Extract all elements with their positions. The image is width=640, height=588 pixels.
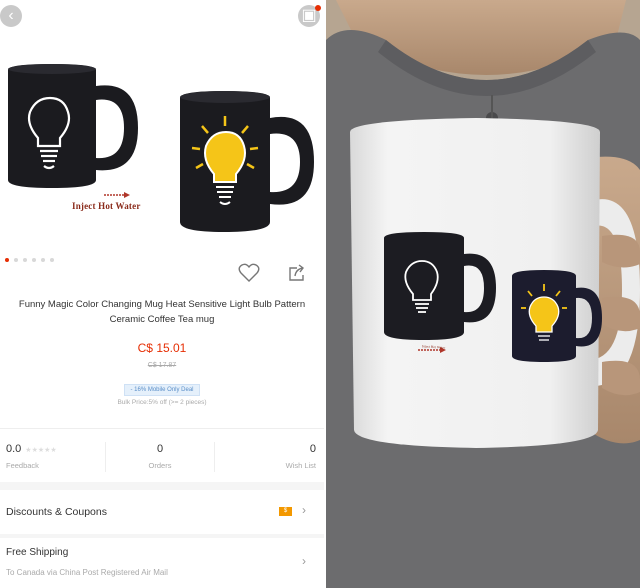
carousel-dot[interactable]	[32, 258, 36, 262]
cart-badge	[315, 5, 321, 11]
carousel-dot[interactable]	[23, 258, 27, 262]
photo-illustration	[326, 0, 640, 588]
cart-button[interactable]: ▣	[298, 5, 321, 27]
arrow-right-icon	[104, 192, 130, 198]
cart-icon: ▣	[301, 7, 317, 24]
wishlist-stat[interactable]: 0 Wish List	[286, 443, 316, 470]
carousel-dot[interactable]	[5, 258, 9, 262]
rating-stars-icon: ★★★★★	[25, 447, 57, 454]
discounts-coupons-row[interactable]: Discounts & Coupons $ ›	[0, 490, 324, 534]
feedback-stat[interactable]: 0.0 ★★★★★ Feedback	[6, 443, 57, 470]
wish-value: 0	[309, 443, 316, 455]
chevron-right-icon: ›	[302, 503, 306, 517]
carousel-dot[interactable]	[50, 258, 54, 262]
divider	[214, 442, 215, 472]
shipping-subtitle: To Canada via China Post Registered Air …	[6, 568, 168, 577]
divider	[105, 442, 106, 472]
share-icon[interactable]	[288, 264, 306, 282]
mobile-deal-badge: - 16% Mobile Only Deal	[124, 384, 200, 396]
coupon-badge: $	[279, 507, 292, 516]
rating-value: 0.0	[6, 443, 22, 455]
chevron-right-icon: ›	[302, 554, 306, 568]
section-gap	[0, 482, 324, 490]
product-title: Funny Magic Color Changing Mug Heat Sens…	[18, 299, 306, 325]
back-button[interactable]: ‹	[0, 5, 22, 27]
orders-stat[interactable]: 0 Orders	[130, 443, 190, 470]
original-price: C$ 17.87	[147, 362, 177, 369]
coupons-label: Discounts & Coupons	[6, 506, 107, 518]
image-caption: Inject Hot Water	[72, 201, 141, 211]
shipping-title: Free Shipping	[6, 547, 69, 558]
carousel-dot[interactable]	[14, 258, 18, 262]
feedback-label: Feedback	[6, 461, 39, 470]
real-product-photo: Inject Hot Water	[326, 0, 640, 588]
chevron-left-icon: ‹	[8, 7, 14, 24]
carousel-dots	[5, 258, 54, 262]
heart-icon[interactable]	[238, 263, 260, 283]
mug-hot-image	[180, 91, 314, 232]
orders-label: Orders	[148, 461, 172, 470]
divider	[0, 428, 324, 429]
shipping-row[interactable]: Free Shipping To Canada via China Post R…	[0, 538, 324, 588]
product-image-carousel[interactable]: Inject Hot Water ‹ ▣	[0, 0, 324, 250]
orders-value: 0	[156, 443, 164, 455]
price: C$ 15.01	[137, 341, 187, 355]
carousel-dot[interactable]	[41, 258, 45, 262]
product-screen: Inject Hot Water ‹ ▣ Funny Magic Color C…	[0, 0, 324, 588]
mug-cold-image	[8, 64, 138, 188]
bulk-price: Bulk Price:5% off (>= 2 pieces)	[117, 399, 207, 406]
wish-label: Wish List	[285, 461, 316, 470]
